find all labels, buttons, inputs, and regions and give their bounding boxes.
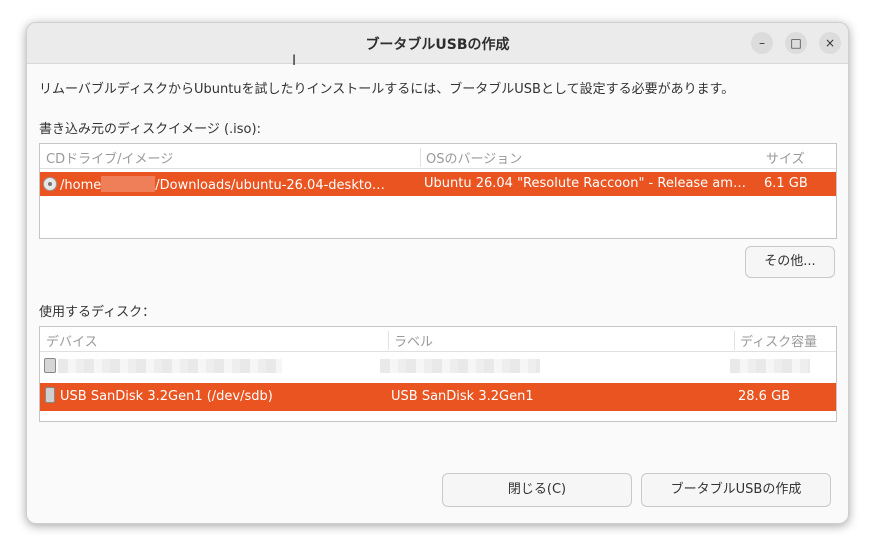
redacted-username: [101, 176, 156, 192]
redacted-disk-size: [730, 359, 810, 373]
redacted-device-name: [58, 359, 282, 373]
text-cursor-icon: I: [292, 53, 297, 69]
iso-row-selected[interactable]: /home/Downloads/ubuntu-26.04-deskto… Ubu…: [40, 172, 836, 196]
disk-row-redacted[interactable]: [40, 353, 836, 377]
create-bootable-usb-button[interactable]: ブータブルUSBの作成: [641, 473, 831, 507]
iso-os-version: Ubuntu 26.04 "Resolute Raccoon" - Releas…: [424, 176, 746, 191]
column-header-label[interactable]: ラベル: [388, 331, 433, 350]
other-button[interactable]: その他...: [745, 246, 835, 278]
description-text: リムーバブルディスクからUbuntuを試したりインストールするには、ブータブルU…: [39, 82, 735, 97]
disk-table[interactable]: デバイス ラベル ディスク容量 USB SanDisk 3.2Gen1 (/de…: [39, 326, 837, 422]
column-header-capacity[interactable]: ディスク容量: [734, 331, 817, 350]
close-button[interactable]: 閉じる(C): [442, 473, 632, 507]
window-title: ブータブルUSBの作成: [365, 37, 510, 53]
disk-device: USB SanDisk 3.2Gen1 (/dev/sdb): [60, 389, 273, 404]
disk-row-selected[interactable]: USB SanDisk 3.2Gen1 (/dev/sdb) USB SanDi…: [40, 383, 836, 411]
column-header-image[interactable]: CDドライブ/イメージ: [46, 148, 173, 167]
close-window-button[interactable]: ×: [819, 32, 841, 54]
disk-label: USB SanDisk 3.2Gen1: [391, 389, 534, 404]
iso-table-header: CDドライブ/イメージ OSのバージョン サイズ: [40, 144, 836, 169]
disk-table-header: デバイス ラベル ディスク容量: [40, 327, 836, 352]
iso-size: 6.1 GB: [764, 176, 808, 191]
column-header-os-version[interactable]: OSのバージョン: [420, 148, 522, 167]
title-bar[interactable]: ブータブルUSBの作成 – □ ×: [27, 23, 848, 64]
column-header-size[interactable]: サイズ: [766, 148, 805, 167]
drive-icon: [44, 358, 56, 373]
iso-section-label: 書き込み元のディスクイメージ (.iso):: [39, 122, 261, 137]
disk-section-label: 使用するディスク：: [39, 305, 156, 320]
column-header-device[interactable]: デバイス: [46, 331, 98, 350]
usb-drive-icon: [45, 387, 55, 403]
iso-path: /home/Downloads/ubuntu-26.04-deskto…: [60, 176, 385, 193]
startup-disk-creator-window: ブータブルUSBの作成 – □ × I リムーバブルディスクからUbuntuを試…: [26, 22, 849, 524]
redacted-disk-label: [380, 359, 540, 373]
minimize-button[interactable]: –: [751, 32, 773, 54]
disc-icon: [43, 177, 57, 191]
disk-capacity: 28.6 GB: [738, 389, 791, 404]
iso-table[interactable]: CDドライブ/イメージ OSのバージョン サイズ /home/Downloads…: [39, 143, 837, 239]
maximize-button[interactable]: □: [785, 32, 807, 54]
